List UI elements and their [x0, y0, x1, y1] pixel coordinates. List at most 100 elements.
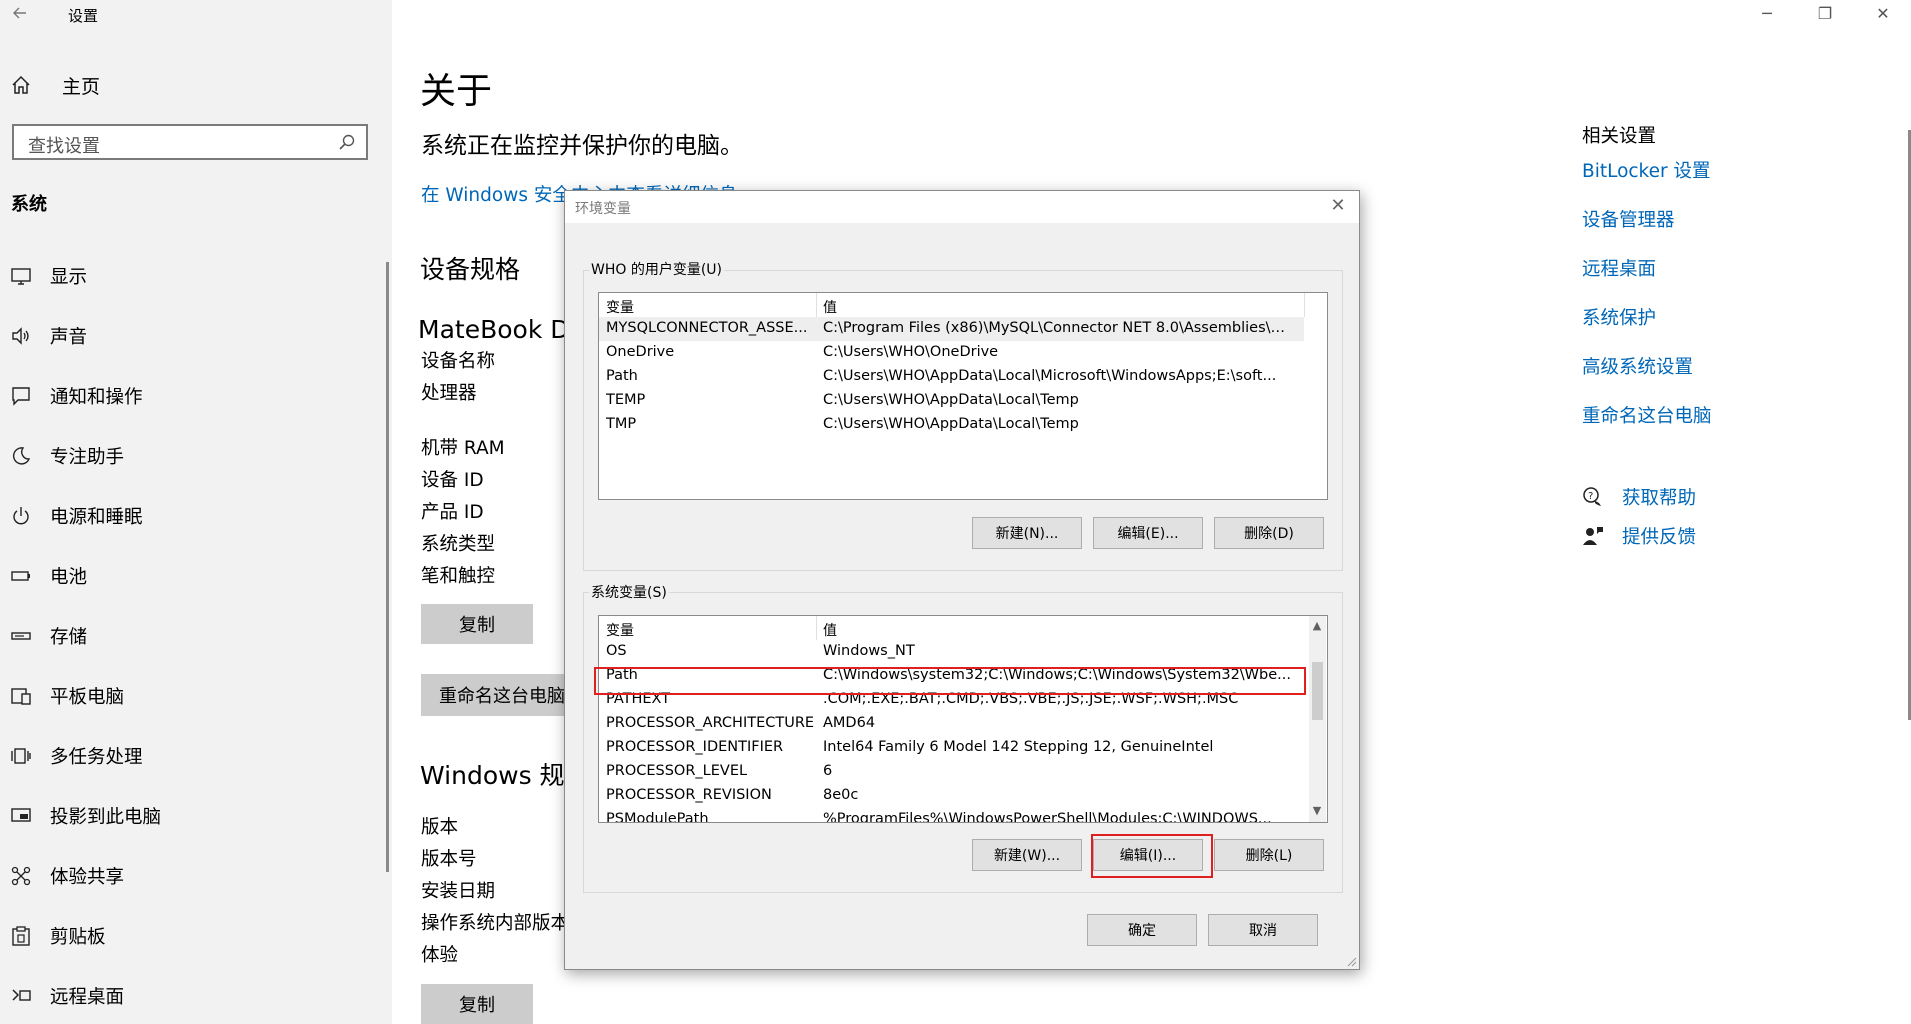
system-list-scrollbar[interactable]: ▲ ▼ [1309, 616, 1326, 822]
user-delete-button[interactable]: 删除(D) [1214, 517, 1324, 549]
table-row[interactable]: PROCESSOR_REVISION 8e0c [599, 784, 1304, 808]
bitlocker-link[interactable]: BitLocker 设置 [1582, 157, 1710, 183]
list-header: 变量 值 [599, 293, 1327, 317]
sidebar-section-system: 系统 [11, 194, 47, 215]
sidebar-item-notifications[interactable]: 通知和操作 [10, 381, 143, 411]
dialog-close-icon[interactable]: ✕ [1327, 195, 1349, 216]
battery-icon [11, 571, 30, 581]
sidebar-item-label: 多任务处理 [50, 747, 143, 768]
moon-icon [12, 447, 31, 465]
user-variables-list[interactable]: 变量 值 MYSQLCONNECTOR_ASSE... C:\Program F… [598, 292, 1328, 500]
minimize-icon[interactable]: ─ [1752, 4, 1782, 23]
sidebar-item-power[interactable]: 电源和睡眠 [10, 501, 143, 531]
user-edit-button[interactable]: 编辑(E)... [1093, 517, 1203, 549]
table-row[interactable]: PROCESSOR_LEVEL 6 [599, 760, 1304, 784]
rename-pc-link[interactable]: 重命名这台电脑 [1582, 402, 1712, 428]
get-help-label: 获取帮助 [1622, 488, 1697, 509]
sidebar-item-focus-assist[interactable]: 专注助手 [10, 441, 124, 471]
sidebar-item-label: 电源和睡眠 [50, 507, 143, 528]
sidebar-item-shared-experiences[interactable]: 体验共享 [10, 861, 124, 891]
user-new-button[interactable]: 新建(N)... [972, 517, 1082, 549]
feedback-label: 提供反馈 [1622, 527, 1697, 548]
project-icon [11, 808, 31, 822]
table-row[interactable]: PROCESSOR_IDENTIFIER Intel64 Family 6 Mo… [599, 736, 1304, 760]
back-arrow-icon[interactable] [10, 3, 32, 27]
get-help-link[interactable]: ? 获取帮助 [1582, 484, 1696, 510]
spec-edition: 版本 [421, 817, 459, 838]
copy-button[interactable]: 复制 [421, 604, 533, 644]
sidebar-item-remote-desktop[interactable]: 远程桌面 [10, 981, 124, 1011]
feedback-person-icon [1583, 527, 1603, 545]
settings-sidebar: 设置 主页 查找设置 系统 显示 声音 通知和操作 专注助手 电源和睡眠 电池 … [0, 0, 392, 1024]
sidebar-item-label: 剪贴板 [50, 927, 106, 948]
table-row[interactable]: TMP C:\Users\WHO\AppData\Local\Temp [599, 413, 1304, 437]
spec-device-name: 设备名称 [421, 351, 496, 372]
monitor-icon [11, 268, 31, 285]
table-row[interactable]: TEMP C:\Users\WHO\AppData\Local\Temp [599, 389, 1304, 413]
system-variables-label: 系统变量(S) [589, 582, 669, 602]
user-variables-label: WHO 的用户变量(U) [589, 259, 725, 279]
table-row[interactable]: OS Windows_NT [599, 640, 1304, 664]
related-settings-title: 相关设置 [1582, 126, 1657, 147]
edit-button-highlight [1091, 834, 1213, 878]
spec-processor: 处理器 [421, 383, 477, 404]
sidebar-item-battery[interactable]: 电池 [10, 561, 87, 591]
cancel-button[interactable]: 取消 [1208, 914, 1318, 946]
sidebar-item-project[interactable]: 投影到此电脑 [10, 801, 161, 831]
ok-button[interactable]: 确定 [1087, 914, 1197, 946]
environment-variables-dialog: 环境变量 ✕ WHO 的用户变量(U) 变量 值 MYSQLCONNECTOR_… [564, 190, 1360, 970]
home-icon [12, 75, 30, 94]
scroll-up-arrow-icon[interactable]: ▲ [1309, 619, 1325, 632]
sidebar-item-clipboard[interactable]: 剪贴板 [10, 921, 106, 951]
spec-experience: 体验 [421, 945, 459, 966]
sidebar-item-sound[interactable]: 声音 [10, 321, 87, 351]
sidebar-item-label: 电池 [50, 567, 88, 588]
search-input[interactable]: 查找设置 [12, 124, 368, 160]
column-header-value[interactable]: 值 [823, 297, 837, 317]
system-new-button[interactable]: 新建(W)... [972, 839, 1082, 871]
sidebar-item-multitasking[interactable]: 多任务处理 [10, 741, 143, 771]
search-icon[interactable] [338, 133, 356, 151]
clipboard-icon [12, 926, 30, 946]
remote-desktop-link[interactable]: 远程桌面 [1582, 255, 1656, 281]
protection-status: 系统正在监控并保护你的电脑。 [421, 133, 743, 159]
table-row[interactable]: Path C:\Users\WHO\AppData\Local\Microsof… [599, 365, 1304, 389]
system-delete-button[interactable]: 删除(L) [1214, 839, 1324, 871]
sidebar-item-home[interactable]: 主页 [10, 70, 100, 100]
copy-button-2[interactable]: 复制 [421, 984, 533, 1024]
resize-grip-icon[interactable] [1345, 955, 1357, 967]
column-header-value[interactable]: 值 [823, 620, 837, 640]
feedback-link[interactable]: 提供反馈 [1582, 523, 1696, 549]
sidebar-scrollbar[interactable] [386, 262, 389, 872]
spec-install-date: 安装日期 [421, 881, 496, 902]
sidebar-item-tablet[interactable]: 平板电脑 [10, 681, 124, 711]
spec-system-type: 系统类型 [421, 534, 496, 555]
speaker-icon [12, 327, 29, 345]
help-chat-icon: ? [1583, 487, 1601, 506]
sidebar-item-label: 远程桌面 [50, 987, 125, 1008]
scroll-down-arrow-icon[interactable]: ▼ [1309, 804, 1325, 817]
table-row[interactable]: PSModulePath %ProgramFiles%\WindowsPower… [599, 808, 1304, 822]
device-manager-link[interactable]: 设备管理器 [1582, 206, 1675, 232]
table-row[interactable]: MYSQLCONNECTOR_ASSE... C:\Program Files … [599, 317, 1304, 341]
table-row[interactable]: PROCESSOR_ARCHITECTURE AMD64 [599, 712, 1304, 736]
system-protection-link[interactable]: 系统保护 [1582, 304, 1656, 330]
spec-pen-touch: 笔和触控 [421, 566, 496, 587]
advanced-system-settings-link[interactable]: 高级系统设置 [1582, 353, 1693, 379]
close-icon[interactable]: ✕ [1868, 4, 1898, 23]
scroll-thumb[interactable] [1312, 662, 1323, 720]
restore-icon[interactable]: ❐ [1810, 4, 1840, 23]
path-row-highlight [594, 667, 1306, 695]
column-header-variable[interactable]: 变量 [606, 297, 634, 317]
sidebar-item-storage[interactable]: 存储 [10, 621, 87, 651]
sidebar-item-label: 通知和操作 [50, 387, 143, 408]
column-header-variable[interactable]: 变量 [606, 620, 634, 640]
page-title: 关于 [420, 71, 493, 112]
dialog-title: 环境变量 [575, 201, 631, 217]
sidebar-item-display[interactable]: 显示 [10, 261, 87, 291]
svg-text:?: ? [1588, 491, 1593, 502]
table-row[interactable]: OneDrive C:\Users\WHO\OneDrive [599, 341, 1304, 365]
dialog-titlebar [565, 191, 1359, 223]
system-variables-list[interactable]: 变量 值 OS Windows_NT Path C:\Windows\syste… [598, 615, 1328, 823]
spec-product-id: 产品 ID [421, 502, 484, 523]
